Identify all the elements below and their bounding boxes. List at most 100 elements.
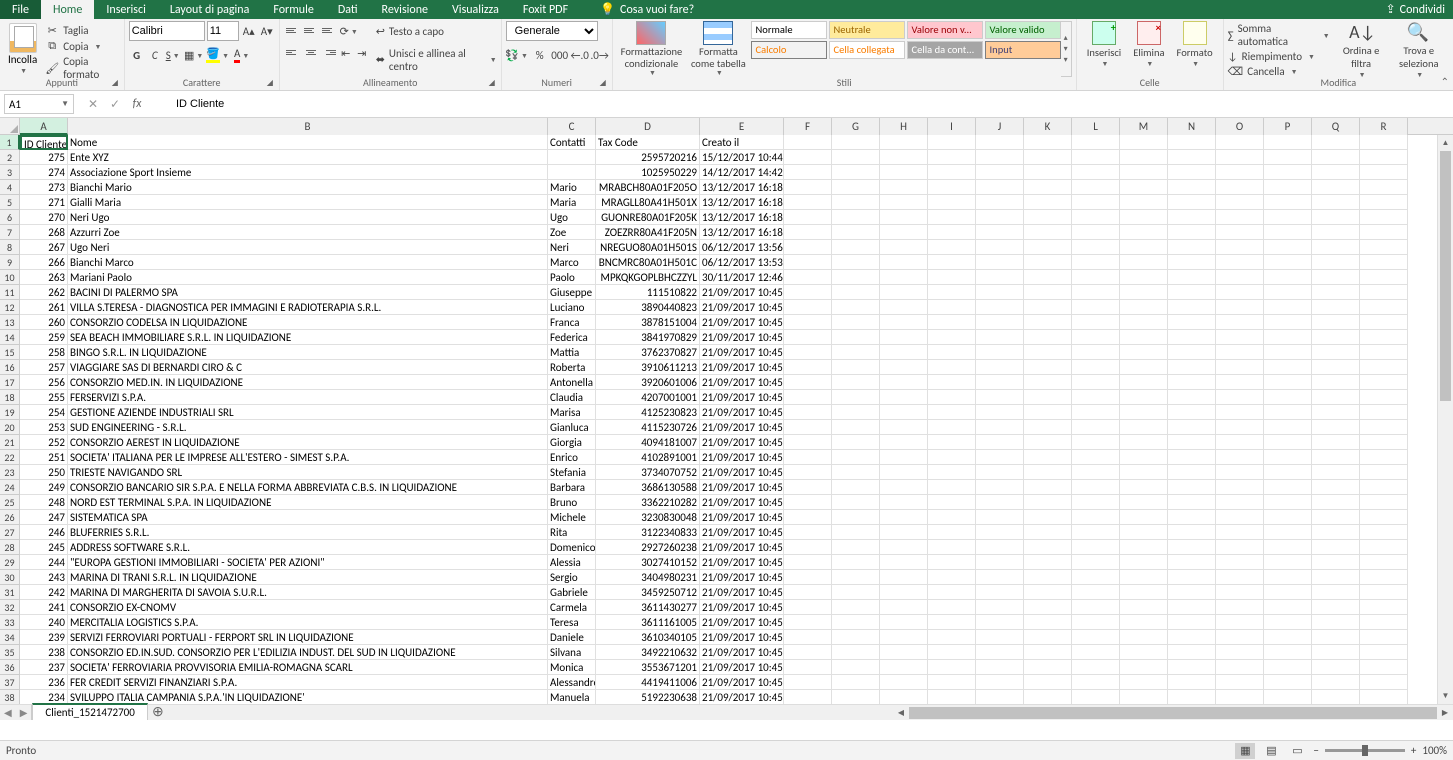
- cell[interactable]: [1120, 210, 1168, 225]
- zoom-out-button[interactable]: −: [1313, 744, 1318, 757]
- cell[interactable]: [1072, 450, 1120, 465]
- cell[interactable]: [880, 195, 928, 210]
- cell[interactable]: [976, 615, 1024, 630]
- cell[interactable]: [1264, 285, 1312, 300]
- orientation-button[interactable]: ⟳▼: [338, 21, 360, 41]
- autosum-button[interactable]: ∑Somma automatica▼: [1228, 21, 1330, 49]
- cell[interactable]: [1360, 660, 1408, 675]
- cell[interactable]: Gabriele: [548, 585, 596, 600]
- percent-button[interactable]: %: [532, 45, 548, 65]
- cell[interactable]: [1264, 345, 1312, 360]
- cell[interactable]: [1216, 255, 1264, 270]
- cell-style-calcolo[interactable]: Calcolo: [751, 41, 827, 59]
- cell[interactable]: [832, 675, 880, 690]
- italic-button[interactable]: C: [147, 45, 163, 65]
- cell[interactable]: [1312, 180, 1360, 195]
- cell[interactable]: [1168, 390, 1216, 405]
- cell[interactable]: [928, 495, 976, 510]
- cell[interactable]: [1072, 555, 1120, 570]
- cell[interactable]: [1168, 660, 1216, 675]
- font-name-input[interactable]: [129, 21, 205, 41]
- cell[interactable]: [784, 570, 832, 585]
- cell[interactable]: Barbara: [548, 480, 596, 495]
- cell[interactable]: [1024, 135, 1072, 150]
- row-header[interactable]: 38: [0, 690, 20, 704]
- cell[interactable]: [880, 315, 928, 330]
- cell[interactable]: 21/09/2017 10:45: [700, 585, 784, 600]
- cell[interactable]: [928, 450, 976, 465]
- cell[interactable]: [1120, 420, 1168, 435]
- cell[interactable]: [1312, 420, 1360, 435]
- row-header[interactable]: 26: [0, 510, 20, 525]
- cell[interactable]: [976, 240, 1024, 255]
- cell[interactable]: [832, 510, 880, 525]
- cell[interactable]: 275: [20, 150, 68, 165]
- cell[interactable]: [928, 660, 976, 675]
- cell[interactable]: [928, 645, 976, 660]
- cell[interactable]: [784, 225, 832, 240]
- cell[interactable]: 250: [20, 465, 68, 480]
- cell[interactable]: 3890440823: [596, 300, 700, 315]
- cell[interactable]: 13/12/2017 16:18: [700, 180, 784, 195]
- cell[interactable]: Tax Code: [596, 135, 700, 150]
- cell-styles-expand[interactable]: ▴▾▾: [1061, 21, 1072, 77]
- cell[interactable]: BACINI DI PALERMO SPA: [68, 285, 548, 300]
- cell[interactable]: [880, 405, 928, 420]
- cell[interactable]: [1120, 540, 1168, 555]
- cell[interactable]: [976, 225, 1024, 240]
- cell[interactable]: [1360, 300, 1408, 315]
- cell[interactable]: [1072, 390, 1120, 405]
- cell[interactable]: Stefania: [548, 465, 596, 480]
- cell[interactable]: VIAGGIARE SAS DI BERNARDI CIRO & C: [68, 360, 548, 375]
- cell[interactable]: [1072, 180, 1120, 195]
- cell[interactable]: [1360, 270, 1408, 285]
- cell[interactable]: Creato il: [700, 135, 784, 150]
- cell[interactable]: 21/09/2017 10:45: [700, 480, 784, 495]
- cell[interactable]: 3459250712: [596, 585, 700, 600]
- cell[interactable]: [832, 600, 880, 615]
- dialog-launcher[interactable]: ◢: [112, 78, 122, 88]
- format-cells-button[interactable]: Formato▼: [1171, 21, 1219, 77]
- cell[interactable]: [1360, 165, 1408, 180]
- cell[interactable]: Marco: [548, 255, 596, 270]
- cell[interactable]: [1024, 630, 1072, 645]
- cell[interactable]: [1216, 345, 1264, 360]
- cell[interactable]: 21/09/2017 10:45: [700, 645, 784, 660]
- cell[interactable]: [1168, 450, 1216, 465]
- cell[interactable]: Associazione Sport Insieme: [68, 165, 548, 180]
- cell[interactable]: 1025950229: [596, 165, 700, 180]
- cell[interactable]: [1168, 540, 1216, 555]
- cell[interactable]: 249: [20, 480, 68, 495]
- cell[interactable]: [976, 420, 1024, 435]
- cell[interactable]: [1120, 630, 1168, 645]
- cell[interactable]: [1024, 420, 1072, 435]
- cell[interactable]: [1312, 150, 1360, 165]
- cell[interactable]: [928, 240, 976, 255]
- cell[interactable]: [1312, 465, 1360, 480]
- cell[interactable]: [832, 690, 880, 704]
- cell[interactable]: [1072, 375, 1120, 390]
- conditional-formatting-button[interactable]: Formattazione condizionale▼: [617, 21, 687, 77]
- row-header[interactable]: 17: [0, 375, 20, 390]
- cell[interactable]: [880, 615, 928, 630]
- cell[interactable]: Manuela: [548, 690, 596, 704]
- cell[interactable]: [1120, 360, 1168, 375]
- cell[interactable]: [880, 600, 928, 615]
- cell[interactable]: GUONRE80A01F205K: [596, 210, 700, 225]
- cell[interactable]: 238: [20, 645, 68, 660]
- cell[interactable]: [1216, 150, 1264, 165]
- cell[interactable]: [1072, 510, 1120, 525]
- cell[interactable]: [1312, 435, 1360, 450]
- cell[interactable]: [1312, 360, 1360, 375]
- cell[interactable]: [1216, 210, 1264, 225]
- cell[interactable]: [1024, 405, 1072, 420]
- fill-button[interactable]: ↓Riempimento▼: [1228, 49, 1330, 64]
- cell[interactable]: [1264, 630, 1312, 645]
- sheet-nav-prev[interactable]: ◀: [4, 706, 12, 719]
- cell[interactable]: [1072, 465, 1120, 480]
- cell[interactable]: MARINA DI TRANI S.R.L. IN LIQUIDAZIONE: [68, 570, 548, 585]
- cell[interactable]: [976, 345, 1024, 360]
- cell[interactable]: 5192230638: [596, 690, 700, 704]
- add-sheet-button[interactable]: ⊕: [148, 703, 168, 720]
- cell[interactable]: [1216, 570, 1264, 585]
